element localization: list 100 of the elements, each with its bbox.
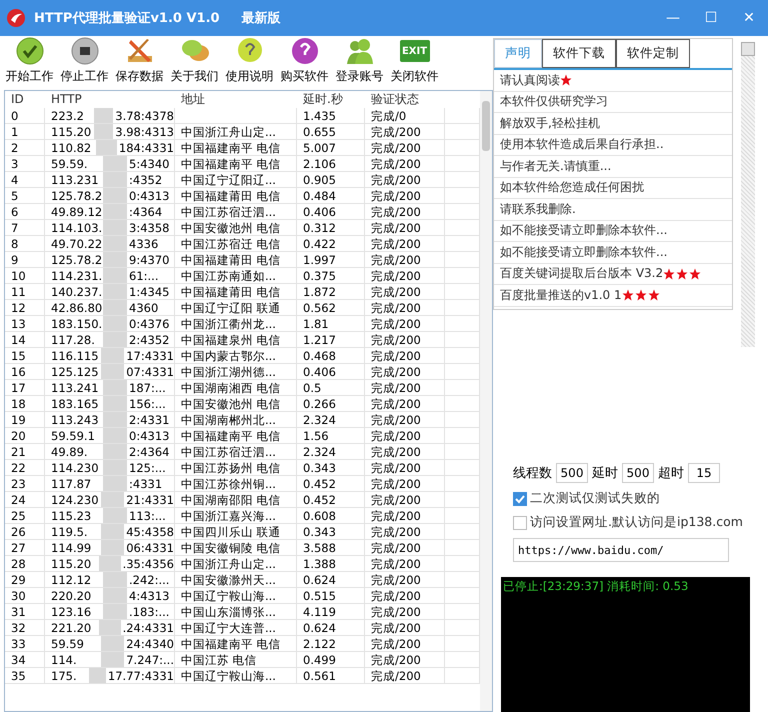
toolbar-button[interactable]: 开始工作 <box>2 36 57 90</box>
table-cell-text: 221.20 <box>51 620 92 636</box>
table-cell: 中国浙江舟山定... <box>175 556 297 572</box>
window-title: HTTP代理批量验证v1.0 V1.0 <box>34 10 220 27</box>
notice-text: 请认真阅读 <box>500 72 560 89</box>
column-header[interactable]: 验证状态 <box>365 91 445 108</box>
scroll-up-button[interactable] <box>741 42 755 56</box>
table-cell-text: :4352 <box>128 172 162 188</box>
table-cell: 28 <box>5 556 45 572</box>
table-cell-text: 113.241 <box>51 380 100 396</box>
column-header[interactable]: ID <box>5 91 45 108</box>
table-cell-text: 06:4331 <box>125 540 174 556</box>
table-cell-text: 175. <box>51 668 78 684</box>
version-label: 最新版 <box>242 10 281 27</box>
table-cell: 完成/200 <box>365 236 445 252</box>
table-cell-text: :4364 <box>128 204 162 220</box>
table-cell: 26 <box>5 524 45 540</box>
users-icon <box>344 36 374 66</box>
table-cell-text: 156:... <box>128 396 166 412</box>
table-cell: 1.435 <box>297 108 365 124</box>
scrollbar[interactable] <box>741 42 755 347</box>
notice-text: 本软件仅供研究学习 <box>500 93 608 110</box>
checkbox-label: 二次测试仅测试失败的 <box>530 490 660 507</box>
input-field[interactable]: 15 <box>688 463 720 483</box>
table-cell: 中国辽宁大连普... <box>175 620 297 636</box>
table-cell-text: 112.12 <box>51 572 92 588</box>
toolbar-button[interactable]: 购买软件 <box>277 36 332 90</box>
table-cell-text: 220.20 <box>51 588 92 604</box>
column-header[interactable]: HTTP <box>45 91 175 108</box>
toolbar-button[interactable]: 使用说明 <box>222 36 277 90</box>
table-cell-text: 125:... <box>128 460 166 476</box>
table-cell: 18 <box>5 396 45 412</box>
table-cell: 中国辽宁辽阳 联通 <box>175 300 297 316</box>
table-cell: 183.150. <box>51 316 103 332</box>
toolbar-button[interactable]: 登录账号 <box>332 36 387 90</box>
table-cell: 完成/200 <box>365 188 445 204</box>
table-cell-text: 117.87 <box>51 476 92 492</box>
table-cell: 21 <box>5 444 45 460</box>
tab[interactable]: 声明 <box>494 39 542 68</box>
toolbar-button[interactable]: 停止工作 <box>57 36 112 90</box>
table-cell-text: 116.115 <box>51 348 100 364</box>
table-cell: 16 <box>5 364 45 380</box>
table-cell-text: 3.98:4313 <box>114 124 174 140</box>
table-cell-text: .183:... <box>128 604 170 620</box>
table-cell: 中国湖南湘西 电信 <box>175 380 297 396</box>
column-header[interactable]: 地址 <box>175 91 297 108</box>
table-cell: 中国内蒙古鄂尔... <box>175 348 297 364</box>
table-cell-text: 3.78:4378 <box>114 108 174 124</box>
star-icon <box>676 268 688 280</box>
table-cell: 2.324 <box>297 412 365 428</box>
table-cell: 完成/200 <box>365 636 445 652</box>
table-cell: 中国福建南平 电信 <box>175 140 297 156</box>
toolbar-button[interactable]: EXIT 关闭软件 <box>387 36 442 90</box>
checkbox[interactable] <box>513 516 527 530</box>
table-cell: 0.266 <box>297 396 365 412</box>
tab[interactable]: 软件下载 <box>542 39 616 68</box>
table-cell-text: 4:4313 <box>128 588 170 604</box>
table-cell-text: 24:4340 <box>125 636 174 652</box>
field-label: 超时 <box>658 465 684 482</box>
table-cell: 1.388 <box>297 556 365 572</box>
input-field[interactable]: 500 <box>556 463 588 483</box>
field-label: 延时 <box>592 465 618 482</box>
table-cell: 0.624 <box>297 572 365 588</box>
table-cell: 完成/200 <box>365 348 445 364</box>
table-cell-text: 184:4331 <box>118 140 174 156</box>
table-cell: 中国安徽池州 电信 <box>175 220 297 236</box>
table-cell-text: 5:4340 <box>128 156 170 172</box>
table-cell: 1.81 <box>297 316 365 332</box>
table-cell: 140.237. <box>51 284 103 300</box>
table-cell: 7 <box>5 220 45 236</box>
toolbar-button[interactable]: 关于我们 <box>167 36 222 90</box>
table-cell: 3.588 <box>297 540 365 556</box>
table-cell: 20 <box>5 428 45 444</box>
table-cell-text: 1:4345 <box>128 284 170 300</box>
table-cell-text: 59.59.1 <box>51 428 96 444</box>
table-cell: 完成/200 <box>365 380 445 396</box>
table-cell: 完成/200 <box>365 556 445 572</box>
toolbar-button[interactable]: 保存数据 <box>112 36 167 90</box>
input-field[interactable]: 500 <box>622 463 654 483</box>
table-cell-text: 117.28. <box>51 332 96 348</box>
column-header[interactable]: 延时.秒 <box>297 91 365 108</box>
checkbox[interactable] <box>513 492 527 506</box>
table-cell: 10 <box>5 268 45 284</box>
table-cell-text: .24:4331 <box>122 620 174 636</box>
table-cell-text: 114.99 <box>51 540 92 556</box>
star-icon <box>689 268 702 280</box>
table-cell: 中国江苏宿迁泗... <box>175 204 297 220</box>
table-cell-text: 7.247:... <box>125 652 174 668</box>
table-cell: 0.452 <box>297 476 365 492</box>
url-field[interactable]: https://www.baidu.com/ <box>513 538 729 562</box>
table-cell: 完成/200 <box>365 620 445 636</box>
scrollbar[interactable] <box>480 91 492 711</box>
notice-text: 如不能接受请立即删除本软件... <box>500 222 668 240</box>
table-cell: 29 <box>5 572 45 588</box>
table-cell: 中国辽宁鞍山海... <box>175 668 297 684</box>
table-cell: 34 <box>5 652 45 668</box>
table-cell-text: 125.125 <box>51 364 100 380</box>
table-cell: 完成/200 <box>365 204 445 220</box>
table-cell: 9 <box>5 252 45 268</box>
tab[interactable]: 软件定制 <box>616 39 690 68</box>
